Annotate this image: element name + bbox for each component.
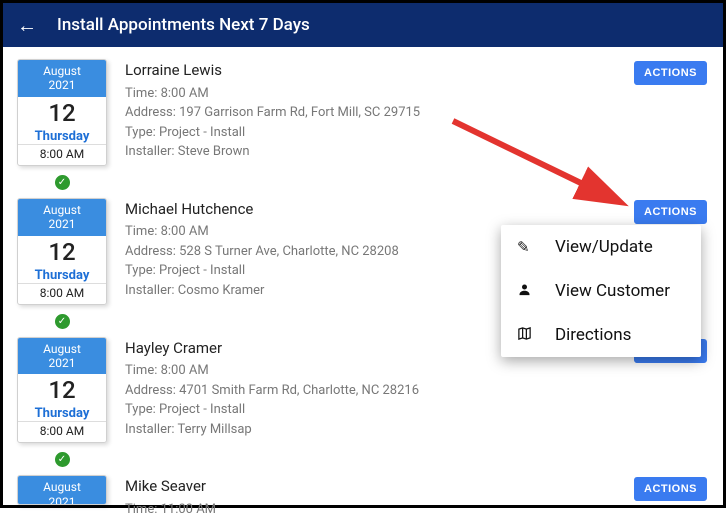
edit-icon: ✎ [517,238,539,256]
app-header: ← Install Appointments Next 7 Days [3,3,723,47]
date-day: 12 [18,97,106,129]
date-year: 2021 [18,217,106,231]
menu-label: View/Update [555,237,653,257]
date-time: 8:00 AM [18,283,106,304]
date-day: 12 [18,236,106,268]
date-month-year: August 2021 [18,476,106,505]
check-circle-icon: ✓ [55,314,70,329]
actions-menu: ✎ View/Update View Customer Directions [501,225,701,357]
date-year: 2021 [18,78,106,92]
status-row: ✓ [17,447,107,467]
menu-label: View Customer [555,281,670,301]
map-icon [517,326,539,345]
check-circle-icon: ✓ [55,175,70,190]
date-month: August [18,64,106,78]
date-month: August [18,203,106,217]
customer-name: Mike Seaver [125,475,709,498]
menu-label: Directions [555,325,631,345]
date-month-year: August 2021 [18,60,106,97]
date-column: August 2021 12 Thursday 8:00 AM ✓ [17,337,107,468]
appointment-item: August 2021 Mike Seaver Time: 11:00 AM A… [3,471,723,523]
menu-view-update[interactable]: ✎ View/Update [501,225,701,269]
menu-view-customer[interactable]: View Customer [501,269,701,313]
address-line: Address: 197 Garrison Farm Rd, Fort Mill… [125,103,709,123]
actions-button[interactable]: ACTIONS [634,61,707,85]
installer-line: Installer: Terry Millsap [125,420,709,440]
customer-name: Lorraine Lewis [125,59,709,82]
time-line: Time: 8:00 AM [125,361,709,381]
date-time: 8:00 AM [18,144,106,165]
date-day: 12 [18,374,106,406]
customer-name: Michael Hutchence [125,198,709,221]
back-arrow-icon[interactable]: ← [17,13,37,38]
status-row: ✓ [17,170,107,190]
user-icon [517,282,539,301]
date-month-year: August 2021 [18,338,106,375]
status-row: ✓ [17,309,107,329]
date-year: 2021 [18,356,106,370]
appointment-item: August 2021 12 Thursday 8:00 AM ✓ Lorrai… [3,55,723,194]
appointment-details: Mike Seaver Time: 11:00 AM [107,475,709,519]
date-card: August 2021 12 Thursday 8:00 AM [17,198,107,305]
menu-directions[interactable]: Directions [501,313,701,357]
date-column: August 2021 12 Thursday 8:00 AM ✓ [17,59,107,190]
type-line: Type: Project - Install [125,400,709,420]
check-circle-icon: ✓ [55,452,70,467]
time-line: Time: 11:00 AM [125,500,709,520]
type-line: Type: Project - Install [125,123,709,143]
address-line: Address: 4701 Smith Farm Rd, Charlotte, … [125,381,709,401]
actions-button[interactable]: ACTIONS [634,477,707,501]
date-card: August 2021 [17,475,107,505]
date-month: August [18,480,106,494]
date-time: 8:00 AM [18,421,106,442]
page-title: Install Appointments Next 7 Days [57,15,310,35]
actions-button[interactable]: ACTIONS [634,200,707,224]
date-column: August 2021 [17,475,107,519]
date-weekday: Thursday [18,129,106,144]
date-weekday: Thursday [18,406,106,421]
date-month-year: August 2021 [18,199,106,236]
date-column: August 2021 12 Thursday 8:00 AM ✓ [17,198,107,329]
date-card: August 2021 12 Thursday 8:00 AM [17,337,107,444]
appointment-details: Lorraine Lewis Time: 8:00 AM Address: 19… [107,59,709,190]
date-month: August [18,342,106,356]
date-card: August 2021 12 Thursday 8:00 AM [17,59,107,166]
time-line: Time: 8:00 AM [125,84,709,104]
installer-line: Installer: Steve Brown [125,142,709,162]
date-weekday: Thursday [18,268,106,283]
date-year: 2021 [18,495,106,506]
